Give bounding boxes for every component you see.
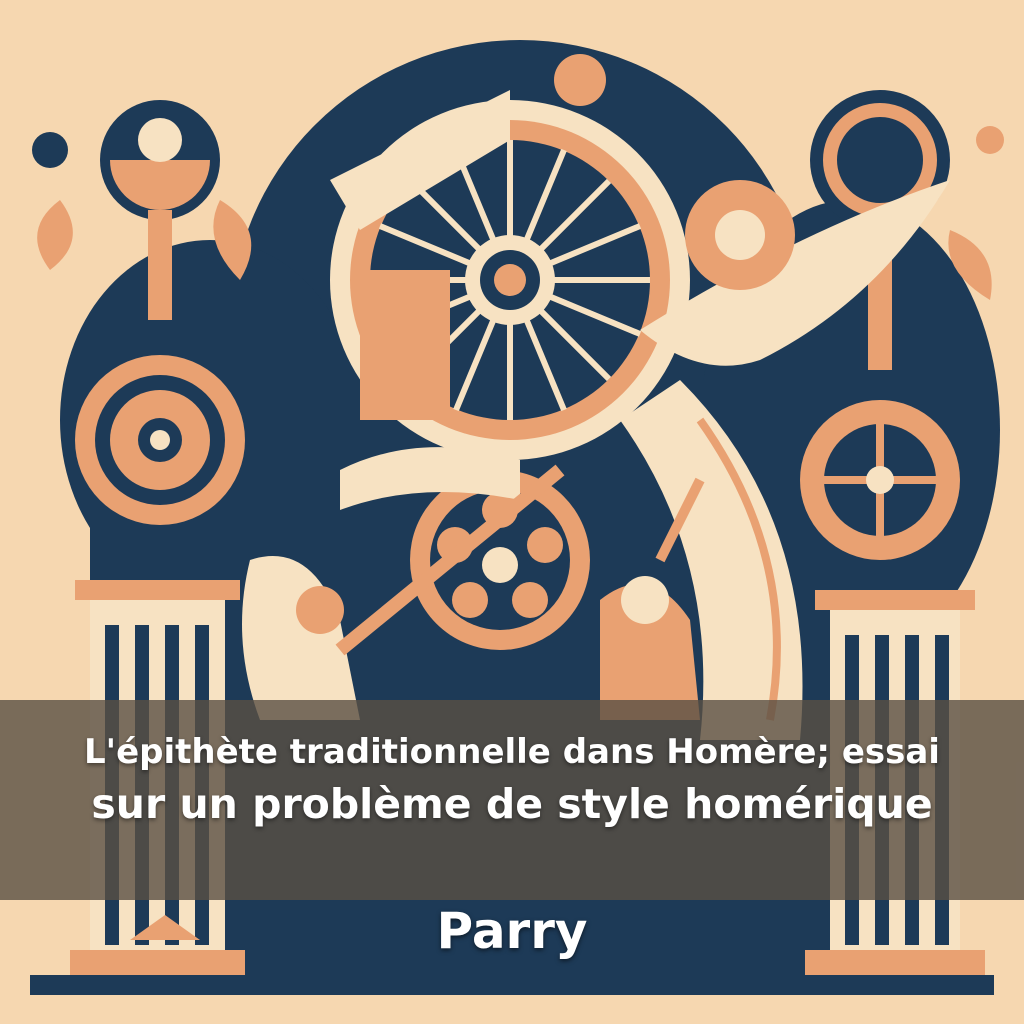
right-medallion [800,400,960,560]
left-medallion [75,355,245,525]
book-title-line-1: L'épithète traditionnelle dans Homère; e… [84,732,940,772]
book-cover: L'épithète traditionnelle dans Homère; e… [0,0,1024,1024]
book-title: L'épithète traditionnelle dans Homère; e… [0,728,1024,832]
book-title-line-2: sur un problème de style homérique [91,780,933,828]
book-author: Parry [436,902,588,960]
